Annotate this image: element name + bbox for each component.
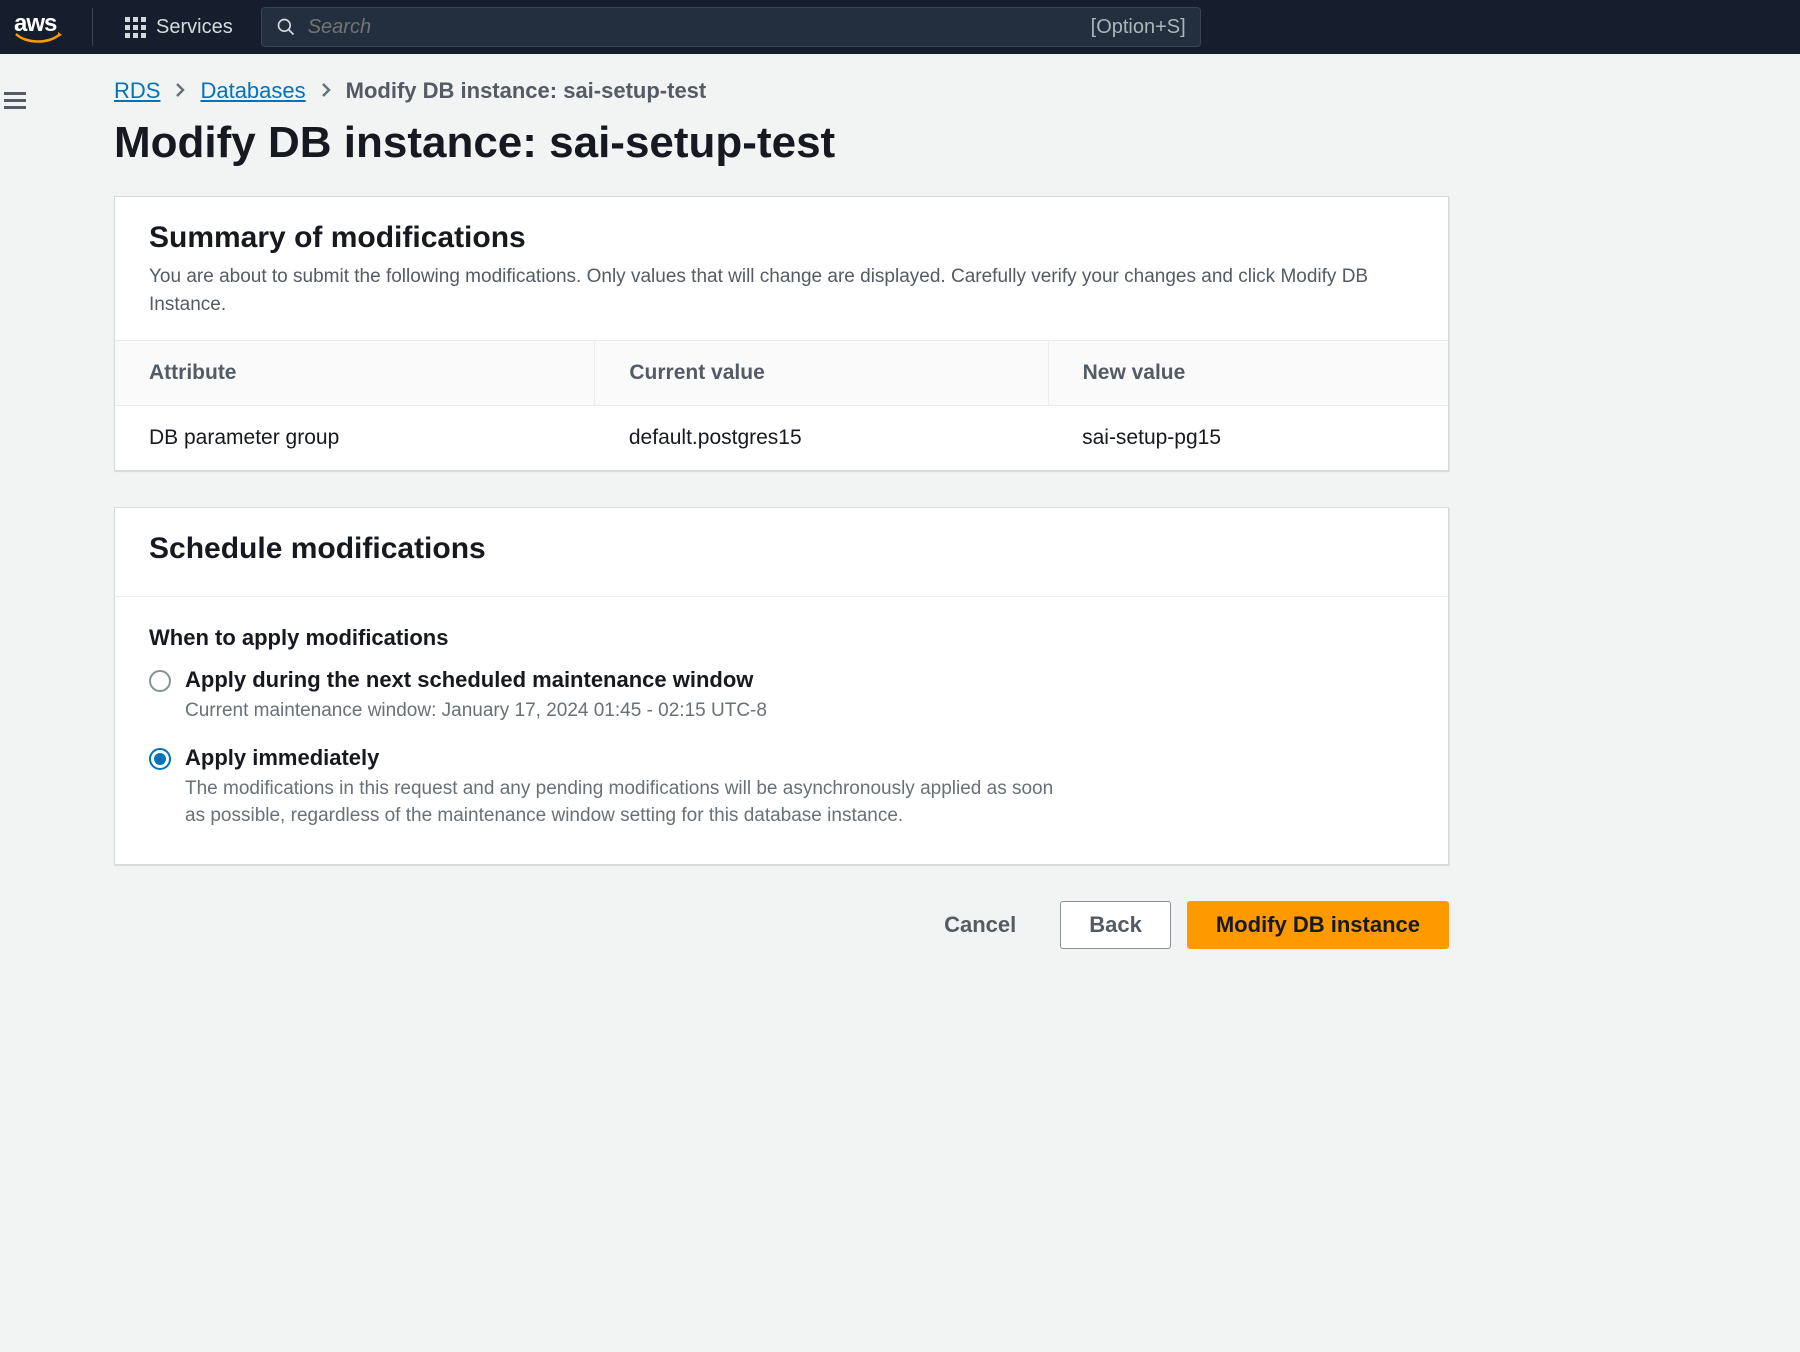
breadcrumb: RDS Databases Modify DB instance: sai-se… bbox=[114, 78, 1490, 104]
summary-title: Summary of modifications bbox=[149, 221, 1414, 255]
cell-new: sai-setup-pg15 bbox=[1048, 406, 1448, 471]
action-bar: Cancel Back Modify DB instance bbox=[114, 901, 1449, 949]
breadcrumb-current: Modify DB instance: sai-setup-test bbox=[346, 78, 707, 104]
chevron-right-icon bbox=[320, 78, 332, 104]
when-to-apply-label: When to apply modifications bbox=[149, 625, 1414, 651]
search-bar[interactable]: [Option+S] bbox=[261, 7, 1201, 47]
radio-label: Apply immediately bbox=[185, 745, 1065, 771]
hamburger-icon[interactable] bbox=[4, 88, 26, 989]
search-shortcut: [Option+S] bbox=[1091, 16, 1186, 39]
radio-label: Apply during the next scheduled maintena… bbox=[185, 667, 1065, 693]
nav-divider bbox=[92, 8, 93, 46]
radio-input-maintenance-window[interactable] bbox=[149, 670, 171, 692]
schedule-header: Schedule modifications bbox=[115, 508, 1448, 597]
breadcrumb-link-rds[interactable]: RDS bbox=[114, 78, 160, 104]
radio-input-apply-immediately[interactable] bbox=[149, 748, 171, 770]
back-button[interactable]: Back bbox=[1060, 901, 1171, 949]
col-new: New value bbox=[1048, 341, 1448, 406]
radio-desc: The modifications in this request and an… bbox=[185, 775, 1065, 830]
chevron-right-icon bbox=[174, 78, 186, 104]
summary-panel: Summary of modifications You are about t… bbox=[114, 196, 1449, 471]
services-grid-icon bbox=[125, 17, 146, 38]
search-input[interactable] bbox=[308, 16, 1079, 39]
sidebar-rail bbox=[0, 54, 30, 989]
radio-option-apply-immediately[interactable]: Apply immediately The modifications in t… bbox=[149, 745, 1414, 830]
schedule-panel: Schedule modifications When to apply mod… bbox=[114, 507, 1449, 865]
services-label: Services bbox=[156, 16, 233, 39]
main-content: RDS Databases Modify DB instance: sai-se… bbox=[30, 54, 1530, 989]
cancel-button[interactable]: Cancel bbox=[916, 902, 1044, 948]
table-header-row: Attribute Current value New value bbox=[115, 341, 1448, 406]
search-icon bbox=[276, 17, 296, 37]
radio-option-maintenance-window[interactable]: Apply during the next scheduled maintena… bbox=[149, 667, 1414, 725]
summary-desc: You are about to submit the following mo… bbox=[149, 263, 1389, 318]
col-attribute: Attribute bbox=[115, 341, 595, 406]
table-row: DB parameter group default.postgres15 sa… bbox=[115, 406, 1448, 471]
schedule-title: Schedule modifications bbox=[149, 532, 1414, 566]
breadcrumb-link-databases[interactable]: Databases bbox=[200, 78, 305, 104]
top-nav: aws Services [Option+S] bbox=[0, 0, 1800, 54]
summary-header: Summary of modifications You are about t… bbox=[115, 197, 1448, 341]
aws-logo-text: aws bbox=[14, 10, 56, 37]
schedule-body: When to apply modifications Apply during… bbox=[115, 597, 1448, 864]
services-button[interactable]: Services bbox=[115, 16, 243, 39]
cell-current: default.postgres15 bbox=[595, 406, 1048, 471]
col-current: Current value bbox=[595, 341, 1048, 406]
radio-desc: Current maintenance window: January 17, … bbox=[185, 697, 1065, 725]
modifications-table: Attribute Current value New value DB par… bbox=[115, 341, 1448, 470]
aws-logo[interactable]: aws bbox=[14, 10, 62, 44]
modify-db-instance-button[interactable]: Modify DB instance bbox=[1187, 901, 1449, 949]
cell-attribute: DB parameter group bbox=[115, 406, 595, 471]
page-title: Modify DB instance: sai-setup-test bbox=[114, 118, 1490, 168]
